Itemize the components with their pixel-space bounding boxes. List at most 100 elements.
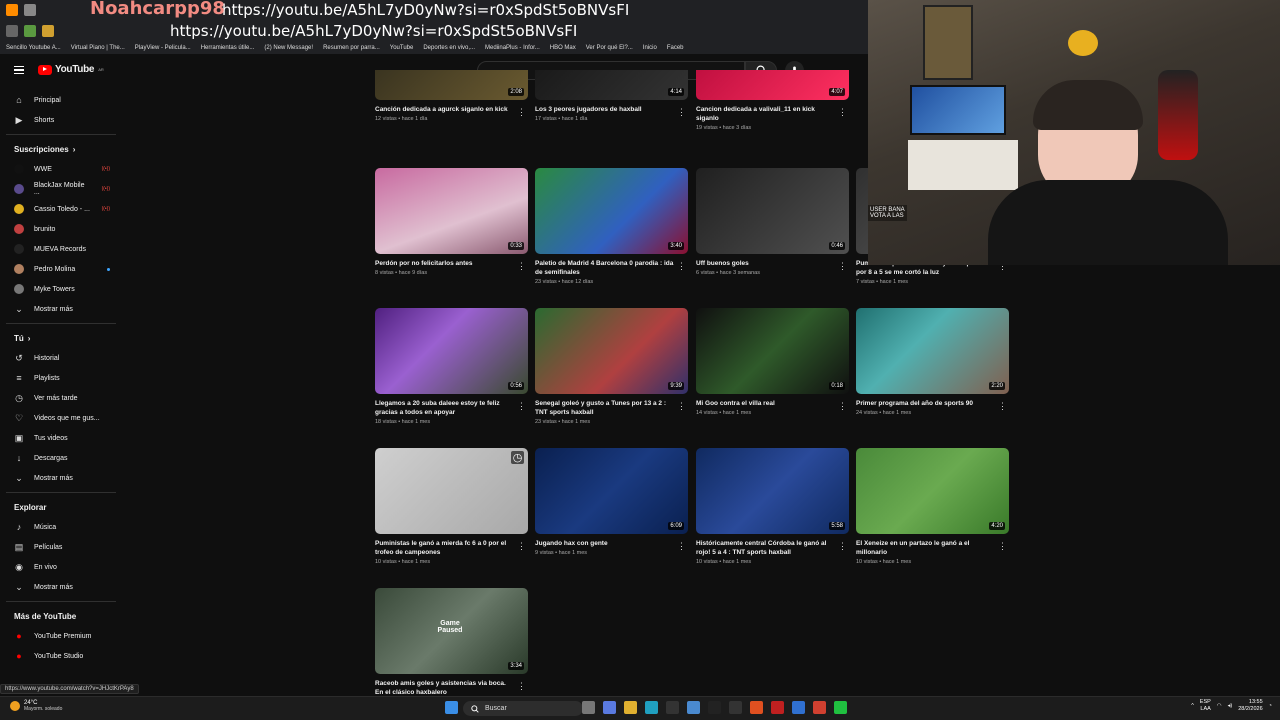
bookmark-item[interactable]: Inicio: [643, 45, 657, 51]
video-card[interactable]: 0:18 Mi Goo contra el villa real 14 vistas…: [696, 308, 849, 416]
youtube-logo[interactable]: YouTube AR: [38, 64, 104, 75]
sidebar-item[interactable]: ⌄ Mostrar más: [0, 468, 120, 488]
video-title[interactable]: Llegamos a 20 suba daleee estoy te feliz…: [375, 399, 528, 417]
more-options-icon[interactable]: ⋮: [677, 261, 686, 272]
video-card[interactable]: 3:40 Paletio de Madrid 4 Barcelona 0 paro…: [535, 168, 688, 285]
sidebar-item[interactable]: ● YouTube Premium: [0, 626, 120, 646]
menu-icon[interactable]: [14, 66, 24, 74]
browser-icon[interactable]: [6, 4, 18, 16]
video-title[interactable]: Canción dedicada a agurck siganlo en kic…: [375, 105, 528, 114]
video-title[interactable]: Paletio de Madrid 4 Barcelona 0 parodia …: [535, 259, 688, 277]
back-icon[interactable]: [6, 25, 18, 37]
more-options-icon[interactable]: ⋮: [838, 107, 847, 118]
app-green-icon[interactable]: [834, 701, 847, 714]
more-options-icon[interactable]: ⋮: [517, 107, 526, 118]
bookmark-item[interactable]: PlayView - Pelicula...: [135, 45, 191, 51]
video-thumbnail[interactable]: 0:46: [696, 168, 849, 254]
sidebar-item[interactable]: ↺ Historial: [0, 348, 120, 368]
video-title[interactable]: Perdón por no felicitarlos antes: [375, 259, 528, 268]
sidebar-item[interactable]: Myke Towers: [0, 279, 120, 299]
task-view-icon[interactable]: [582, 701, 595, 714]
sidebar-item[interactable]: ▤ Películas: [0, 537, 120, 557]
bookmark-item[interactable]: Ver Por qué El?...: [586, 45, 633, 51]
more-options-icon[interactable]: ⋮: [838, 261, 847, 272]
bookmark-item[interactable]: Faceb: [667, 45, 684, 51]
video-thumbnail[interactable]: 3:34 Game Paused: [375, 588, 528, 674]
video-card[interactable]: 6:09 Jugando hax con gente 9 vistas • hace…: [535, 448, 688, 556]
video-title[interactable]: Senegal goleó y gusto a Tunes por 13 a 2…: [535, 399, 688, 417]
more-options-icon[interactable]: ⋮: [998, 541, 1007, 552]
video-thumbnail[interactable]: 2:08: [375, 70, 528, 100]
video-card[interactable]: 9:39 Senegal goleó y gusto a Tunes por 13…: [535, 308, 688, 425]
video-thumbnail[interactable]: 2:20: [856, 308, 1009, 394]
bookmark-item[interactable]: Resumen por parra...: [323, 45, 380, 51]
mm-icon[interactable]: [729, 701, 742, 714]
sidebar-item[interactable]: Cassio Toledo - ... ((•)): [0, 199, 120, 219]
volume-icon[interactable]: ◂): [1228, 703, 1233, 709]
wifi-icon[interactable]: ◠: [1217, 703, 1222, 709]
sidebar-item[interactable]: ▶ Shorts: [0, 110, 120, 130]
more-options-icon[interactable]: ⋮: [517, 541, 526, 552]
sidebar-section-title[interactable]: Más de YouTube: [0, 606, 120, 626]
edge-icon[interactable]: [645, 701, 658, 714]
watch-later-icon[interactable]: ◷: [511, 451, 524, 464]
bookmark-item[interactable]: (2) New Message!: [264, 45, 313, 51]
app-icon[interactable]: [666, 701, 679, 714]
video-title[interactable]: Primer programa del año de sports 90: [856, 399, 1009, 408]
more-options-icon[interactable]: ⋮: [677, 107, 686, 118]
video-card[interactable]: 5:58 Históricamente central Córdoba le ga…: [696, 448, 849, 565]
bookmark-item[interactable]: YouTube: [390, 45, 414, 51]
sidebar-item[interactable]: MUEVA Records: [0, 239, 120, 259]
video-card[interactable]: 0:56 Llegamos a 20 suba daleee estoy te f…: [375, 308, 528, 425]
fifa-icon[interactable]: [708, 701, 721, 714]
video-card[interactable]: 2:08 Canción dedicada a agurck siganlo en…: [375, 70, 528, 122]
video-title[interactable]: Históricamente central Córdoba le ganó a…: [696, 539, 849, 557]
video-thumbnail[interactable]: 9:39: [535, 308, 688, 394]
video-thumbnail[interactable]: 4:14: [535, 70, 688, 100]
video-title[interactable]: Jugando hax con gente: [535, 539, 688, 548]
video-thumbnail[interactable]: 4:20: [856, 448, 1009, 534]
video-title[interactable]: El Xeneize en un partazo le ganó a el mi…: [856, 539, 1009, 557]
sidebar-item[interactable]: ⌄ Mostrar más: [0, 577, 120, 597]
bookmark-item[interactable]: HBO Max: [550, 45, 576, 51]
sidebar-item[interactable]: ⌄ Mostrar más: [0, 299, 120, 319]
more-options-icon[interactable]: ⋮: [517, 261, 526, 272]
sidebar-item[interactable]: ● YouTube Studio: [0, 646, 120, 666]
more-options-icon[interactable]: ⋮: [998, 401, 1007, 412]
sidebar-item[interactable]: Pedro Molina: [0, 259, 120, 279]
weather-widget[interactable]: 24°C Mayorm. soleado: [10, 700, 62, 712]
extension-icon[interactable]: [24, 4, 36, 16]
sidebar-item[interactable]: brunito: [0, 219, 120, 239]
video-thumbnail[interactable]: 3:40: [535, 168, 688, 254]
copilot-icon[interactable]: [603, 701, 616, 714]
video-thumbnail[interactable]: ◷: [375, 448, 528, 534]
notepad-icon[interactable]: [687, 701, 700, 714]
sidebar-section-title[interactable]: Tú ›: [0, 328, 120, 348]
bookmark-item[interactable]: Deportes en vivo,...: [423, 45, 475, 51]
sidebar-item[interactable]: ♡ Videos que me gus...: [0, 408, 120, 428]
file-explorer-icon[interactable]: [624, 701, 637, 714]
video-thumbnail[interactable]: 0:56: [375, 308, 528, 394]
sidebar-item[interactable]: ◉ En vivo: [0, 557, 120, 577]
clock[interactable]: 13:55 28/2/2026: [1238, 699, 1262, 713]
url-text-overlay-2[interactable]: https://youtu.be/A5hL7yD0yNw?si=r0xSpdSt…: [170, 22, 577, 40]
taskbar-search[interactable]: Buscar: [463, 701, 583, 716]
bookmark-item[interactable]: Sencillo Youtube A...: [6, 45, 61, 51]
extension-icon[interactable]: [42, 25, 54, 37]
bookmark-item[interactable]: Herramientas útile...: [201, 45, 255, 51]
video-card[interactable]: 0:46 Uff buenos goles 6 vistas • hace 3 se…: [696, 168, 849, 276]
video-card[interactable]: 4:14 Los 3 peores jugadores de haxball 17 …: [535, 70, 688, 122]
video-title[interactable]: Uff buenos goles: [696, 259, 849, 268]
video-thumbnail[interactable]: 4:07: [696, 70, 849, 100]
video-thumbnail[interactable]: 0:33: [375, 168, 528, 254]
video-card[interactable]: 2:20 Primer programa del año de sports 90…: [856, 308, 1009, 416]
video-card[interactable]: 4:20 El Xeneize en un partazo le ganó a e…: [856, 448, 1009, 565]
more-options-icon[interactable]: ⋮: [838, 401, 847, 412]
windows-start-icon[interactable]: [445, 701, 458, 714]
video-title[interactable]: Cancion dedicada a valivali_11 en kick s…: [696, 105, 849, 123]
chevron-up-icon[interactable]: ^: [1191, 703, 1194, 709]
more-options-icon[interactable]: ⋮: [677, 541, 686, 552]
video-title[interactable]: Los 3 peores jugadores de haxball: [535, 105, 688, 114]
app-blue-icon[interactable]: [792, 701, 805, 714]
sidebar-section-title[interactable]: Suscripciones ›: [0, 139, 120, 159]
